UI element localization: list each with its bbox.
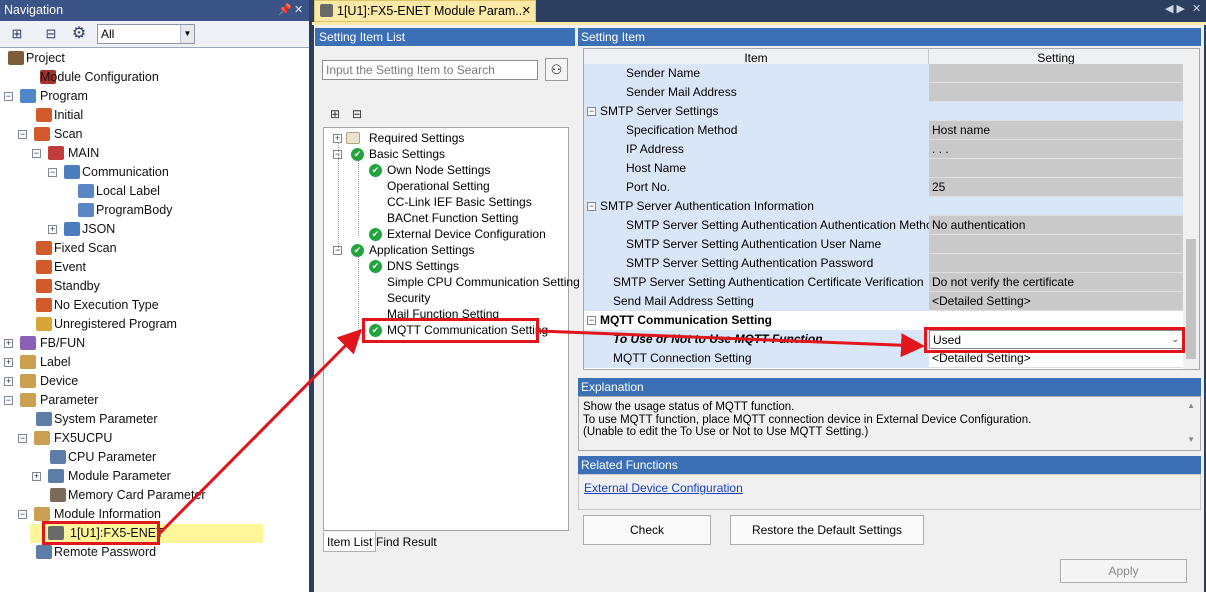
arrow-to-setting-tree xyxy=(158,328,363,535)
annotation-arrows xyxy=(158,328,925,535)
arrow-to-mqtt-setting xyxy=(538,329,925,358)
